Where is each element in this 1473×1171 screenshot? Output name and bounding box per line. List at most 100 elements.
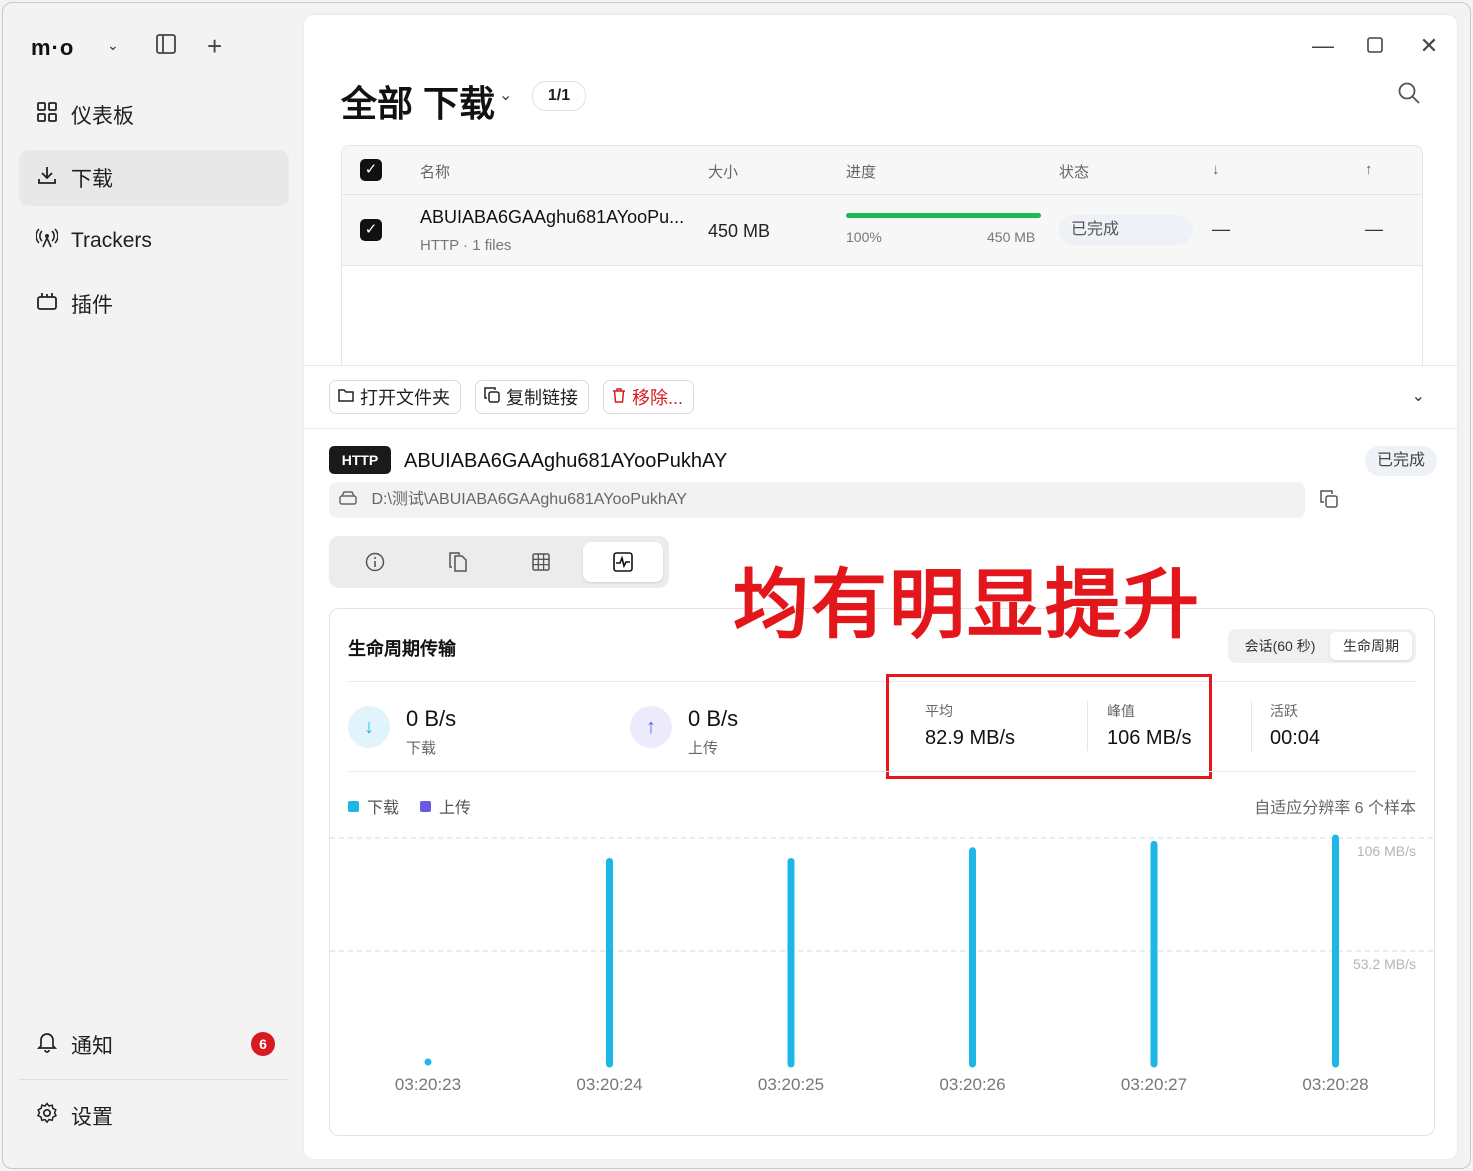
legend-swatch bbox=[348, 800, 359, 812]
trash-icon bbox=[612, 387, 626, 408]
download-speed: — bbox=[1212, 219, 1230, 239]
sidebar-item-label: 设置 bbox=[71, 1106, 113, 1129]
app-logo: m·o bbox=[31, 35, 75, 60]
x-tick-label: 03:20:24 bbox=[576, 1075, 642, 1094]
divider bbox=[1251, 701, 1252, 751]
download-rate-label: 下载 bbox=[406, 740, 437, 757]
legend-label: 下载 bbox=[367, 800, 400, 817]
remove-button[interactable]: 移除... bbox=[603, 380, 695, 414]
row-checkbox[interactable]: ✓ bbox=[360, 219, 382, 241]
sample-info: 自适应分辨率 6 个样本 bbox=[1254, 800, 1416, 817]
upload-rate: 0 B/s bbox=[688, 706, 739, 731]
detail-panel: 打开文件夹 复制链接 移除... ⌄ HTTP ABUIABA6GAAghu68… bbox=[304, 365, 1457, 1159]
x-tick-label: 03:20:23 bbox=[395, 1075, 461, 1094]
sidebar-item-label: 插件 bbox=[71, 294, 113, 317]
gear-icon bbox=[35, 1102, 59, 1130]
sidebar-item-downloads[interactable]: 下载 bbox=[19, 150, 289, 206]
column-download-speed[interactable]: ↓ bbox=[1212, 161, 1220, 178]
add-icon[interactable]: + bbox=[207, 31, 222, 62]
downloads-table: ✓ 名称 大小 进度 状态 ↓ ↑ ✓ ABUIABA6GAAghu681AYo… bbox=[341, 145, 1423, 387]
dashboard-icon bbox=[35, 102, 59, 128]
protocol-tag: HTTP bbox=[329, 446, 391, 474]
segment-lifetime[interactable]: 生命周期 bbox=[1330, 632, 1412, 660]
legend-label: 上传 bbox=[439, 800, 472, 817]
download-icon bbox=[35, 165, 59, 191]
progress-size: 450 MB bbox=[987, 229, 1036, 245]
column-upload-speed[interactable]: ↑ bbox=[1365, 161, 1373, 178]
notification-count-badge: 6 bbox=[251, 1032, 275, 1056]
x-tick-label: 03:20:28 bbox=[1302, 1075, 1368, 1094]
file-meta: HTTP · 1 files bbox=[420, 237, 512, 254]
copy-link-button[interactable]: 复制链接 bbox=[475, 380, 589, 414]
chevron-down-icon[interactable]: ⌄ bbox=[499, 85, 512, 105]
sidebar-item-label: 仪表板 bbox=[71, 105, 134, 128]
y-tick-label: 106 MB/s bbox=[1357, 843, 1416, 859]
sidebar-item-trackers[interactable]: Trackers bbox=[19, 213, 289, 269]
table-header: ✓ 名称 大小 进度 状态 ↓ ↑ bbox=[342, 146, 1422, 195]
sidebar-item-notifications[interactable]: 通知 6 bbox=[19, 1017, 289, 1073]
detail-tabs bbox=[329, 536, 669, 588]
arrow-down-icon: ↓ bbox=[348, 706, 390, 748]
sidebar-item-dashboard[interactable]: 仪表板 bbox=[19, 87, 289, 143]
count-badge: 1/1 bbox=[532, 81, 586, 111]
sidebar-item-label: Trackers bbox=[71, 229, 152, 252]
open-folder-button[interactable]: 打开文件夹 bbox=[329, 380, 461, 414]
download-name: ABUIABA6GAAghu681AYooPukhAY bbox=[404, 450, 728, 472]
column-size[interactable]: 大小 bbox=[708, 161, 738, 182]
activity-icon[interactable] bbox=[583, 542, 663, 582]
copy-path-icon[interactable] bbox=[1320, 490, 1338, 513]
active-value: 00:04 bbox=[1270, 727, 1321, 749]
chevron-down-icon[interactable]: ⌄ bbox=[107, 37, 119, 54]
sidebar-item-label: 下载 bbox=[71, 168, 113, 191]
page-title: 全部 下载 bbox=[341, 83, 496, 124]
chevron-down-icon[interactable]: ⌄ bbox=[1412, 386, 1425, 406]
sidebar-item-label: 通知 bbox=[71, 1035, 113, 1058]
file-name: ABUIABA6GAAghu681AYooPu... bbox=[420, 207, 685, 227]
sidebar-divider bbox=[19, 1079, 289, 1080]
transfer-card: 生命周期传输 会话(60 秒) 生命周期 ↓ 0 B/s 下载 ↑ 0 B/s … bbox=[329, 608, 1435, 1136]
remove-label: 移除... bbox=[632, 388, 684, 408]
info-icon[interactable] bbox=[335, 542, 415, 582]
status-badge: 已完成 bbox=[1059, 215, 1193, 245]
progress-bar bbox=[846, 213, 1041, 218]
column-progress[interactable]: 进度 bbox=[846, 161, 876, 182]
files-icon[interactable] bbox=[418, 542, 498, 582]
file-path-text: D:\测试\ABUIABA6GAAghu681AYooPukhAY bbox=[371, 491, 687, 508]
copy-link-label: 复制链接 bbox=[506, 388, 578, 408]
minimize-icon[interactable]: — bbox=[1308, 33, 1338, 59]
search-icon[interactable] bbox=[1397, 81, 1421, 111]
download-rate: 0 B/s bbox=[406, 706, 457, 731]
segment-session[interactable]: 会话(60 秒) bbox=[1232, 632, 1328, 660]
progress-fill bbox=[846, 213, 1041, 218]
copy-icon bbox=[484, 386, 500, 408]
sidebar-item-plugins[interactable]: 插件 bbox=[19, 276, 289, 332]
column-name[interactable]: 名称 bbox=[420, 161, 450, 182]
progress-percent: 100% bbox=[846, 229, 882, 245]
y-tick-label: 53.2 MB/s bbox=[1353, 956, 1416, 972]
maximize-icon[interactable] bbox=[1360, 33, 1390, 59]
close-icon[interactable]: ✕ bbox=[1414, 33, 1444, 59]
grid-icon[interactable] bbox=[501, 542, 581, 582]
divider bbox=[348, 681, 1416, 682]
data-point bbox=[424, 1058, 432, 1066]
select-all-checkbox[interactable]: ✓ bbox=[360, 159, 382, 181]
highlight-box bbox=[886, 674, 1212, 779]
open-folder-label: 打开文件夹 bbox=[360, 388, 450, 408]
antenna-icon bbox=[35, 227, 59, 255]
card-title: 生命周期传输 bbox=[348, 639, 456, 659]
sidebar-item-settings[interactable]: 设置 bbox=[19, 1088, 289, 1144]
bell-icon bbox=[35, 1031, 59, 1059]
column-status[interactable]: 状态 bbox=[1059, 161, 1089, 182]
x-tick-label: 03:20:27 bbox=[1121, 1075, 1187, 1094]
arrow-up-icon: ↑ bbox=[630, 706, 672, 748]
app-window: m·o ⌄ + 仪表板 下载 Trackers 插件 通知 6 设置 — ✕ 全… bbox=[2, 2, 1471, 1169]
legend-download: 下载 bbox=[348, 794, 399, 818]
divider bbox=[304, 428, 1457, 429]
upload-rate-label: 上传 bbox=[688, 740, 719, 757]
transfer-chart: 106 MB/s 53.2 MB/s 03:20:23 03:20:24 03:20:2… bbox=[330, 834, 1434, 1094]
status-badge: 已完成 bbox=[1365, 446, 1437, 476]
range-toggle: 会话(60 秒) 生命周期 bbox=[1228, 629, 1416, 663]
table-row[interactable]: ✓ ABUIABA6GAAghu681AYooPu... HTTP · 1 fi… bbox=[342, 195, 1422, 266]
sidebar-toggle-icon[interactable] bbox=[155, 33, 177, 61]
legend-upload: 上传 bbox=[420, 794, 471, 818]
